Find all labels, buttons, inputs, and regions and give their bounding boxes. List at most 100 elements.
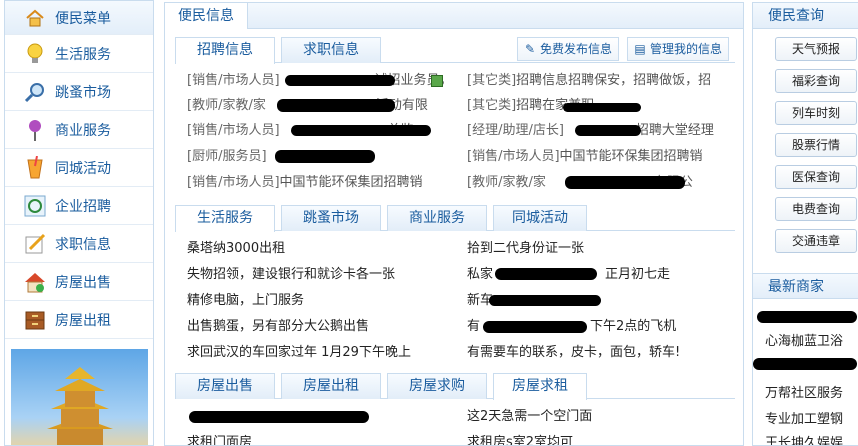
- panel-header: 便民信息: [165, 3, 743, 29]
- sidebar-item-label: 房屋出租: [55, 312, 111, 329]
- merchant-item[interactable]: 王长坤久娱娱: [765, 433, 843, 445]
- merchant-item[interactable]: 专业加工塑钢: [765, 409, 843, 431]
- tab-job-seeking-info[interactable]: 求职信息: [281, 37, 381, 63]
- list-item[interactable]: 拾到二代身份证一张: [467, 239, 737, 259]
- sidebar-item-label: 同城活动: [55, 160, 111, 177]
- tab-city-events[interactable]: 同城活动: [493, 205, 587, 231]
- image-icon: [431, 75, 443, 87]
- redaction: [285, 75, 395, 86]
- tab-house-buy[interactable]: 房屋求购: [387, 373, 487, 399]
- publish-free-button[interactable]: ✎ 免费发布信息: [517, 37, 620, 61]
- jobs-tabbar: 招聘信息 求职信息 ✎ 免费发布信息 ▤ 管理我的信息: [175, 37, 735, 64]
- tab-recruitment-info[interactable]: 招聘信息: [175, 37, 275, 64]
- item-title-tail: 正月初七走: [605, 267, 671, 282]
- convenience-info-panel: 便民信息 招聘信息 求职信息 ✎ 免费发布信息 ▤ 管理我的信息 [销售/市场人…: [164, 2, 744, 446]
- list-item[interactable]: 桑塔纳3000出租: [187, 239, 457, 259]
- tab-business-service[interactable]: 商业服务: [387, 205, 487, 231]
- life-tabbar: 生活服务 跳蚤市场 商业服务 同城活动: [175, 205, 735, 232]
- traffic-violation-button[interactable]: 交通违章: [775, 229, 857, 253]
- redaction: [277, 99, 395, 112]
- redaction: [563, 103, 641, 112]
- sidebar-item-house-rent[interactable]: 房屋出租: [5, 301, 153, 339]
- item-category: [其它类]: [467, 98, 517, 113]
- tab-house-rent[interactable]: 房屋出租: [281, 373, 381, 399]
- sidebar-item-life-service[interactable]: 生活服务: [5, 35, 153, 73]
- weather-button[interactable]: 天气预报: [775, 37, 857, 61]
- left-menu-title: 便民菜单: [55, 10, 111, 27]
- item-category: [教师/家教/家: [187, 98, 266, 113]
- stock-quote-button[interactable]: 股票行情: [775, 133, 857, 157]
- sidebar-item-flea-market[interactable]: 跳蚤市场: [5, 73, 153, 111]
- item-title: 中国节能环保集团招聘销: [559, 149, 703, 164]
- item-title: 有: [467, 319, 481, 334]
- merchant-item[interactable]: 万帮社区服务: [765, 383, 843, 405]
- item-category: [其它类]: [467, 73, 517, 88]
- tab-house-sale[interactable]: 房屋出售: [175, 373, 275, 399]
- sidebar-item-house-sale[interactable]: 房屋出售: [5, 263, 153, 301]
- item-category: [教师/家教/家: [467, 175, 546, 190]
- electricity-bill-button[interactable]: 电费查询: [775, 197, 857, 221]
- manage-my-info-label: 管理我的信息: [650, 42, 723, 56]
- redaction: [291, 125, 431, 136]
- list-item[interactable]: [销售/市场人员]中国节能环保集团招聘销: [187, 173, 449, 193]
- list-item[interactable]: [销售/市场人员]中国节能环保集团招聘销: [467, 147, 737, 167]
- publish-free-label: 免费发布信息: [540, 42, 613, 56]
- magnifier-icon: [23, 80, 47, 104]
- refresh-icon: [23, 194, 47, 218]
- house-tabbar: 房屋出售 房屋出租 房屋求购 房屋求租: [175, 373, 735, 400]
- item-title-tail: 下午2点的飞机: [590, 319, 677, 334]
- redaction: [757, 311, 857, 323]
- yellow-crane-tower-image: [11, 349, 148, 445]
- list-item[interactable]: 求租门面房: [187, 433, 457, 445]
- document-icon: ▤: [634, 42, 646, 56]
- redaction: [753, 358, 857, 370]
- redaction: [575, 125, 641, 136]
- list-item[interactable]: 有需要车的联系，皮卡，面包，轿车!: [467, 343, 737, 363]
- sidebar-item-city-events[interactable]: 同城活动: [5, 149, 153, 187]
- merchant-item[interactable]: 心海枷蓝卫浴: [765, 331, 843, 353]
- manage-my-info-button[interactable]: ▤ 管理我的信息: [627, 37, 730, 61]
- item-category: [销售/市场人员]: [187, 123, 280, 138]
- home-icon: [23, 6, 47, 30]
- left-menu: 便民菜单 生活服务 跳蚤市场 商业服务 同城活动 企业招聘 求职信息 房屋出售 …: [4, 0, 154, 446]
- item-title: 招聘大堂经理: [635, 123, 714, 138]
- list-item[interactable]: 求回武汉的车回家过年 1月29下午晚上: [187, 343, 457, 363]
- train-schedule-button[interactable]: 列车时刻: [775, 101, 857, 125]
- tab-flea-market[interactable]: 跳蚤市场: [281, 205, 381, 231]
- redaction: [495, 268, 597, 280]
- sidebar-item-label: 企业招聘: [55, 198, 111, 215]
- sidebar-item-recruitment[interactable]: 企业招聘: [5, 187, 153, 225]
- sidebar-item-business[interactable]: 商业服务: [5, 111, 153, 149]
- pencil-icon: [23, 232, 47, 256]
- latest-merchants-title: 最新商家: [753, 273, 858, 299]
- sidebar-item-job-seeking[interactable]: 求职信息: [5, 225, 153, 263]
- item-title: 招聘信息招聘保安，招聘做饭，招: [516, 73, 712, 88]
- pencil-icon: ✎: [524, 42, 536, 56]
- tab-house-wanted[interactable]: 房屋求租: [493, 373, 587, 400]
- item-category: [经理/助理/店长]: [467, 123, 564, 138]
- list-item[interactable]: 这2天急需一个空门面: [467, 407, 737, 427]
- list-item[interactable]: [其它类]招聘信息招聘保安，招聘做饭，招: [467, 71, 737, 91]
- list-item[interactable]: 出售鹅蛋，另有部分大公鹅出售: [187, 317, 457, 337]
- sidebar-item-label: 房屋出售: [55, 274, 111, 291]
- medical-insurance-button[interactable]: 医保查询: [775, 165, 857, 189]
- sidebar-item-label: 跳蚤市场: [55, 84, 111, 101]
- list-item[interactable]: 求租房s室2室均可: [467, 433, 737, 445]
- left-menu-header[interactable]: 便民菜单: [5, 1, 153, 35]
- house-icon: [23, 270, 47, 294]
- item-category: [销售/市场人员]: [467, 149, 560, 164]
- tab-life-service[interactable]: 生活服务: [175, 205, 275, 232]
- cabinet-icon: [23, 308, 47, 332]
- quick-query-title: 便民查询: [753, 3, 858, 29]
- redaction: [189, 411, 369, 423]
- list-item[interactable]: 失物招领，建设银行和就诊卡各一张: [187, 265, 457, 285]
- lightbulb-icon: [23, 42, 47, 66]
- redaction: [275, 150, 375, 163]
- lottery-query-button[interactable]: 福彩查询: [775, 69, 857, 93]
- list-item[interactable]: 精修电脑，上门服务: [187, 291, 457, 311]
- sidebar-item-label: 商业服务: [55, 122, 111, 139]
- pin-icon: [23, 118, 47, 142]
- item-title: 中国节能环保集团招聘销: [279, 175, 423, 190]
- sidebar-item-label: 生活服务: [55, 46, 111, 63]
- item-category: [厨师/服务员]: [187, 149, 267, 164]
